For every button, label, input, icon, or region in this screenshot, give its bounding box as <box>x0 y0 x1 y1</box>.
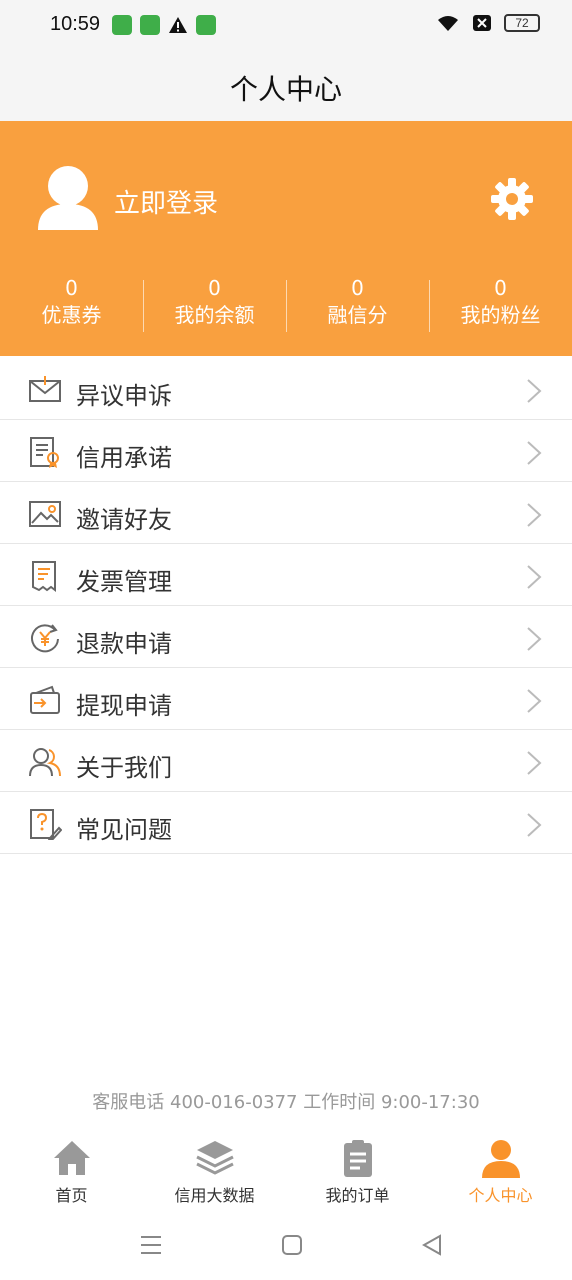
person-icon <box>481 1140 520 1178</box>
tab-home[interactable]: 首页 <box>0 1128 143 1210</box>
stat-credit-score[interactable]: 0 融信分 <box>286 276 429 336</box>
refund-icon <box>31 624 59 653</box>
notification-icons <box>112 15 216 35</box>
chevron-right-icon <box>527 441 542 465</box>
stat-fans[interactable]: 0 我的粉丝 <box>429 276 572 336</box>
menu-label: 常见问题 <box>76 816 172 844</box>
stat-label: 融信分 <box>327 303 388 327</box>
stat-label: 优惠券 <box>41 303 102 327</box>
envelope-icon <box>29 376 61 402</box>
menu-item-credit-pledge[interactable]: 信用承诺 <box>0 420 572 482</box>
chevron-right-icon <box>527 503 542 527</box>
chevron-right-icon <box>527 627 542 651</box>
stat-value: 0 <box>351 276 364 300</box>
menu-item-invoice[interactable]: 发票管理 <box>0 544 572 606</box>
stat-balance[interactable]: 0 我的余额 <box>143 276 286 336</box>
no-sim-icon <box>473 15 491 31</box>
status-time: 10:59 <box>50 13 101 35</box>
stat-label: 我的粉丝 <box>460 303 541 327</box>
menu-item-dispute[interactable]: 异议申诉 <box>0 358 572 420</box>
tab-label: 首页 <box>55 1186 88 1205</box>
menu-item-withdraw[interactable]: 提现申请 <box>0 668 572 730</box>
menu-item-about-us[interactable]: 关于我们 <box>0 730 572 792</box>
home-icon <box>53 1141 90 1175</box>
menu-label: 关于我们 <box>76 754 172 782</box>
menu-label: 退款申请 <box>76 630 172 658</box>
stat-value: 0 <box>65 276 78 300</box>
tab-label: 个人中心 <box>468 1186 533 1205</box>
clipboard-icon <box>343 1140 372 1177</box>
page-title: 个人中心 <box>229 73 342 106</box>
warning-icon <box>169 17 187 33</box>
wifi-icon <box>438 16 458 31</box>
chevron-right-icon <box>527 565 542 589</box>
avatar-icon[interactable] <box>36 164 100 230</box>
app-notification-icon <box>112 15 132 35</box>
image-icon <box>29 501 61 527</box>
stat-label: 我的余额 <box>174 303 255 327</box>
chevron-right-icon <box>527 813 542 837</box>
tab-my-orders[interactable]: 我的订单 <box>286 1128 429 1210</box>
customer-service-info: 客服电话 400-016-0377 工作时间 9:00-17:30 <box>92 1092 480 1113</box>
menu-item-refund[interactable]: 退款申请 <box>0 606 572 668</box>
stats-row: 0 优惠券 0 我的余额 0 融信分 0 我的粉丝 <box>0 276 572 336</box>
tab-label: 信用大数据 <box>174 1186 255 1205</box>
users-icon <box>29 748 61 777</box>
menu-list: 异议申诉 信用承诺 邀请好友 发票管理 退款申请 提现申请 关于我们 常见问题 <box>0 358 572 854</box>
certificate-icon <box>30 437 59 468</box>
chevron-right-icon <box>527 689 542 713</box>
shield-notification-icon-2 <box>196 15 216 35</box>
menu-label: 信用承诺 <box>76 444 172 472</box>
layers-icon <box>195 1141 234 1175</box>
menu-item-invite-friends[interactable]: 邀请好友 <box>0 482 572 544</box>
login-link[interactable]: 立即登录 <box>114 183 218 220</box>
menu-icon[interactable] <box>140 1235 162 1255</box>
gear-icon[interactable] <box>490 177 534 221</box>
home-square-icon[interactable] <box>282 1235 302 1255</box>
bottom-tab-bar: 首页 信用大数据 我的订单 个人中心 <box>0 1128 572 1210</box>
battery-icon: 72 <box>504 14 540 32</box>
status-bar: 10:59 72 <box>0 0 572 52</box>
chevron-right-icon <box>527 751 542 775</box>
wallet-icon <box>30 685 60 714</box>
header: 个人中心 <box>0 52 572 121</box>
receipt-icon <box>32 561 56 592</box>
back-icon[interactable] <box>422 1234 442 1256</box>
stat-coupons[interactable]: 0 优惠券 <box>0 276 143 336</box>
stat-value: 0 <box>494 276 507 300</box>
status-right: 72 <box>436 14 540 32</box>
shield-notification-icon <box>140 15 160 35</box>
menu-label: 发票管理 <box>76 568 172 596</box>
tab-credit-data[interactable]: 信用大数据 <box>143 1128 286 1210</box>
stat-value: 0 <box>208 276 221 300</box>
question-icon <box>30 809 62 840</box>
profile-banner: 立即登录 0 优惠券 0 我的余额 0 融信分 0 我的粉丝 <box>0 121 572 356</box>
menu-label: 异议申诉 <box>76 382 172 410</box>
system-nav-bar <box>0 1210 572 1280</box>
tab-personal-center[interactable]: 个人中心 <box>429 1128 572 1210</box>
menu-label: 邀请好友 <box>76 506 172 534</box>
menu-item-faq[interactable]: 常见问题 <box>0 792 572 854</box>
chevron-right-icon <box>527 379 542 403</box>
tab-label: 我的订单 <box>325 1186 390 1205</box>
menu-label: 提现申请 <box>76 692 172 720</box>
